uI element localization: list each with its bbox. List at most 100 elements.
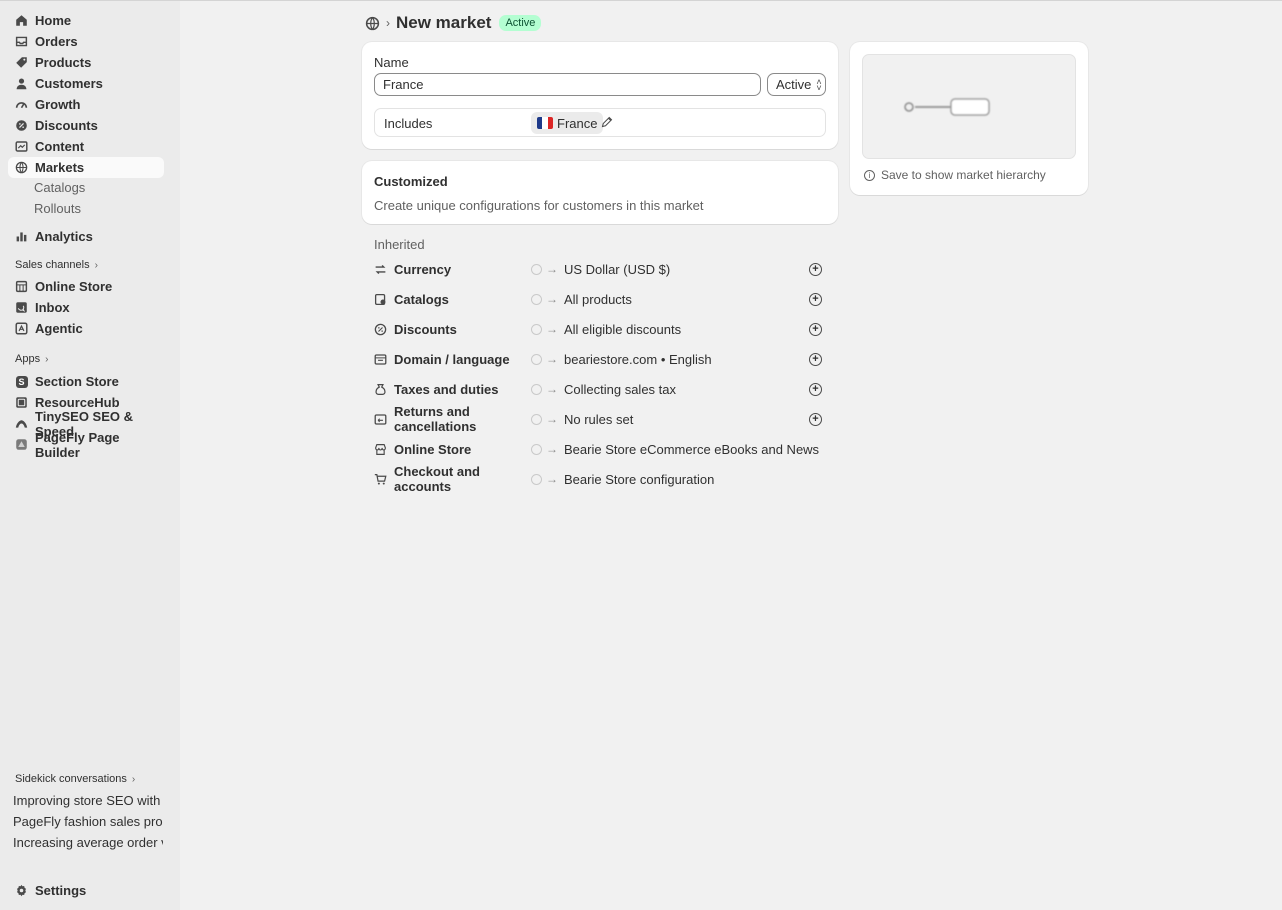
store-icon — [531, 443, 542, 455]
sidebar-item-growth[interactable]: Growth — [8, 94, 164, 115]
agent-icon — [15, 322, 28, 335]
resourcehub-icon — [15, 396, 28, 409]
section-title: Sales channels — [15, 259, 90, 271]
tax-icon — [374, 383, 387, 396]
sales-channels-header[interactable]: Sales channels › — [15, 257, 98, 273]
currency-icon — [374, 263, 387, 276]
arrow-right-icon: → — [546, 292, 558, 306]
add-circle-icon[interactable]: + — [809, 383, 822, 396]
pencil-icon[interactable] — [601, 116, 613, 128]
sidebar-item-label: Markets — [35, 160, 85, 175]
globe-icon[interactable] — [365, 16, 380, 31]
sidebar-subitem-rollouts[interactable]: Rollouts — [34, 199, 81, 217]
sidebar-app-pagefly[interactable]: PageFly Page Builder — [8, 430, 164, 460]
sidebar-item-label: Orders — [35, 34, 78, 49]
arrow-right-icon: → — [546, 412, 558, 426]
sidekick-conversation-item[interactable]: Improving store SEO with Tin... — [13, 791, 163, 809]
sidebar-item-orders[interactable]: Orders — [8, 31, 164, 52]
inherited-row-value: All eligible discounts — [564, 321, 682, 337]
chevron-right-icon: › — [386, 16, 390, 30]
inherited-row-catalogs[interactable]: Catalogs → All products + — [374, 289, 826, 309]
arrow-right-icon: → — [546, 382, 558, 396]
sidekick-conversation-item[interactable]: PageFly fashion sales promot... — [13, 812, 163, 830]
add-circle-icon[interactable]: + — [809, 353, 822, 366]
sidebar-item-label: Agentic — [35, 321, 83, 336]
store-icon — [531, 323, 542, 335]
sidebar-item-customers[interactable]: Customers — [8, 73, 164, 94]
inherited-row-online-store[interactable]: Online Store → Bearie Store eCommerce eB… — [374, 439, 826, 459]
sidebar-item-label: Products — [35, 55, 92, 70]
status-select[interactable]: Active ˄ ˅ — [767, 73, 826, 96]
sidebar-item-label: Growth — [35, 97, 81, 112]
arrow-right-icon: → — [546, 352, 558, 366]
section-title: Apps — [15, 353, 41, 365]
store-icon — [15, 280, 28, 293]
store-icon — [531, 383, 542, 395]
globe-icon — [531, 263, 542, 275]
store-icon — [374, 443, 387, 456]
sidebar-item-label: PageFly Page Builder — [35, 429, 120, 460]
sidebar-item-agentic[interactable]: Agentic — [8, 318, 164, 339]
includes-label: Includes — [384, 116, 433, 131]
add-circle-icon[interactable]: + — [809, 293, 822, 306]
customized-description: Create unique configurations for custome… — [374, 198, 704, 213]
sidebar-item-settings[interactable]: Settings — [8, 880, 164, 901]
sidebar-item-label: Analytics — [35, 229, 93, 244]
add-circle-icon[interactable]: + — [809, 413, 822, 426]
inherited-row-currency[interactable]: Currency → US Dollar (USD $) + — [374, 259, 826, 279]
sidebar-item-analytics[interactable]: Analytics — [8, 226, 164, 247]
sidebar-item-discounts[interactable]: Discounts — [8, 115, 164, 136]
sidebar-subitem-catalogs[interactable]: Catalogs — [34, 178, 85, 196]
market-node — [950, 98, 990, 116]
inherited-row-name: Checkout and accounts — [394, 464, 480, 494]
catalog-icon — [374, 293, 387, 306]
sidebar-item-label: Discounts — [35, 118, 98, 133]
inherited-row-checkout-accounts[interactable]: Checkout and accounts → Bearie Store con… — [374, 464, 826, 494]
sidebar-item-home[interactable]: Home — [8, 10, 164, 31]
top-border — [0, 0, 1282, 1]
inherited-row-taxes-duties[interactable]: Taxes and duties → Collecting sales tax … — [374, 379, 826, 399]
sidebar-item-label: Customers — [35, 76, 103, 91]
chevron-updown-icon: ˄ ˅ — [816, 76, 822, 93]
inherited-row-domain-language[interactable]: Domain / language → beariestore.com • En… — [374, 349, 826, 369]
inherited-row-value: Bearie Store configuration — [564, 471, 715, 487]
sidebar-item-inbox[interactable]: Inbox — [8, 297, 164, 318]
inbox-icon — [15, 35, 28, 48]
add-circle-icon[interactable]: + — [809, 263, 822, 276]
inherited-row-value: US Dollar (USD $) — [564, 261, 671, 277]
inherited-row-name: Returns and cancellations — [394, 404, 477, 434]
status-badge: Active — [499, 15, 542, 31]
person-icon — [15, 77, 28, 90]
arrow-right-icon: → — [546, 322, 558, 336]
sidebar: Home Orders Products Customers Growth Di… — [0, 1, 180, 910]
inherited-row-name: Catalogs — [394, 291, 449, 307]
sidebar-item-products[interactable]: Products — [8, 52, 164, 73]
sidebar-app-section-store[interactable]: S Section Store — [8, 371, 164, 392]
inherited-row-returns-cancellations[interactable]: Returns and cancellations → No rules set… — [374, 404, 826, 434]
name-input[interactable]: France — [374, 73, 761, 96]
sidebar-item-markets[interactable]: Markets — [8, 157, 164, 178]
info-icon: i — [864, 169, 875, 181]
section-title: Sidekick conversations — [15, 773, 127, 785]
page-title: New market — [396, 13, 492, 32]
inherited-row-discounts[interactable]: Discounts → All eligible discounts + — [374, 319, 826, 339]
inherited-row-name: Discounts — [394, 321, 457, 337]
apps-header[interactable]: Apps › — [15, 351, 48, 367]
store-icon — [531, 473, 542, 485]
inherited-row-name: Currency — [394, 261, 452, 277]
hierarchy-hint: i Save to show market hierarchy — [864, 167, 1046, 183]
sidekick-conversation-item[interactable]: Increasing average order val... — [13, 833, 163, 851]
returns-icon — [374, 413, 387, 426]
section-store-icon: S — [15, 375, 28, 388]
inherited-row-name: Domain / language — [394, 351, 510, 367]
sidebar-item-online-store[interactable]: Online Store — [8, 276, 164, 297]
sidekick-header[interactable]: Sidekick conversations › — [15, 771, 135, 787]
add-circle-icon[interactable]: + — [809, 323, 822, 336]
gear-icon — [15, 884, 28, 897]
sidebar-item-label: Home — [35, 13, 72, 28]
customized-card: Customized Create unique configurations … — [362, 161, 838, 224]
domain-icon — [374, 353, 387, 366]
country-pill[interactable]: France — [531, 112, 604, 134]
sidebar-item-content[interactable]: Content — [8, 136, 164, 157]
name-label: Name — [374, 55, 409, 70]
